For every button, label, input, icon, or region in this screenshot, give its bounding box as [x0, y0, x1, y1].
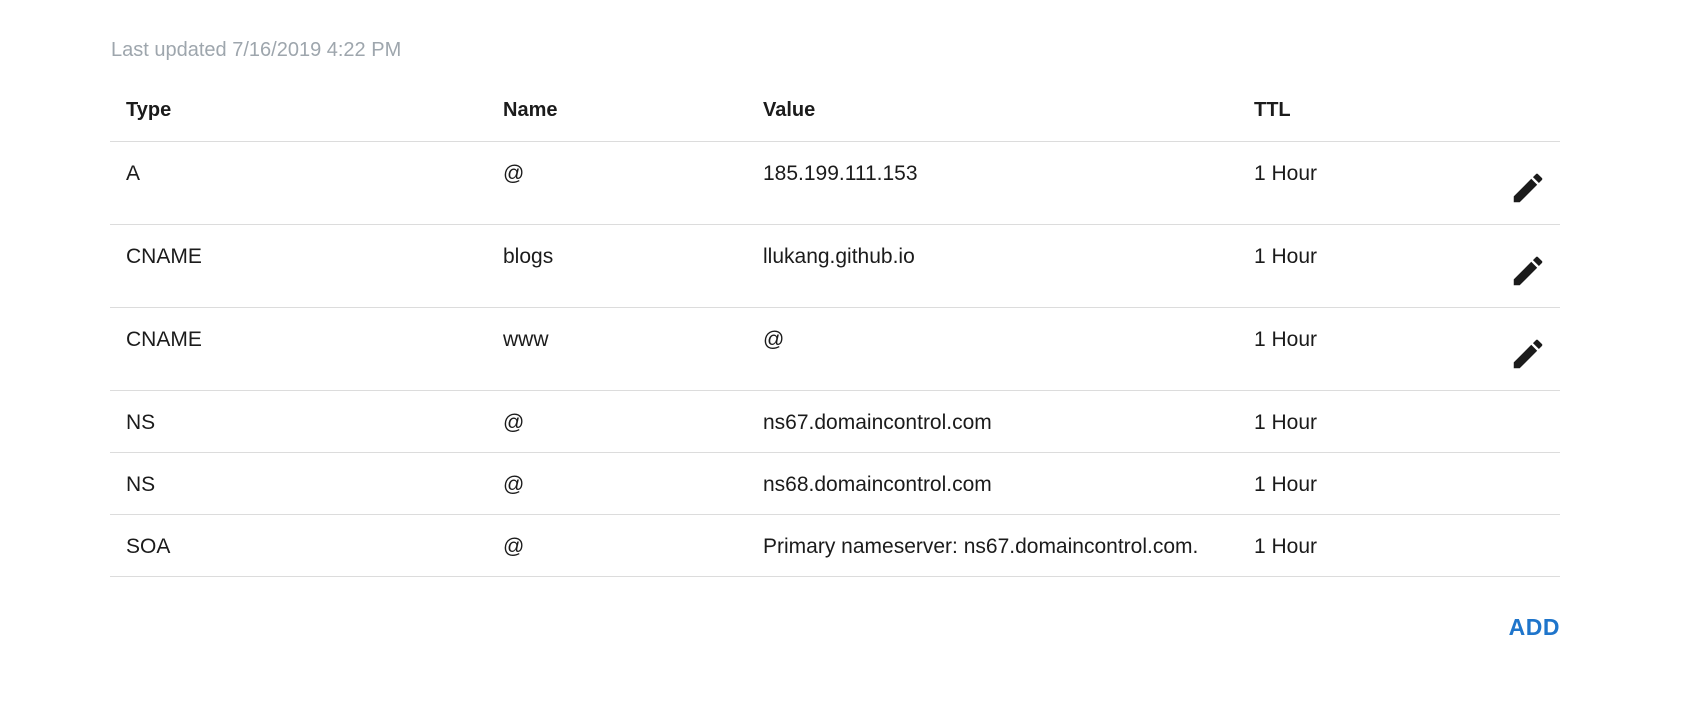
column-header-type: Type [126, 99, 172, 121]
pencil-icon [1513, 256, 1543, 286]
record-type: CNAME [126, 245, 202, 268]
record-name: @ [503, 162, 525, 185]
edit-record-button[interactable] [1508, 334, 1548, 374]
record-ttl: 1 Hour [1254, 473, 1318, 496]
record-value: ns67.domaincontrol.com [763, 411, 992, 434]
record-ttl: 1 Hour [1254, 245, 1318, 268]
record-name: www [503, 328, 549, 351]
column-header-value: Value [763, 99, 816, 121]
edit-record-button[interactable] [1508, 168, 1548, 208]
table-row: A @ 185.199.111.153 1 Hour [110, 142, 1560, 225]
record-ttl: 1 Hour [1254, 411, 1318, 434]
table-row: SOA @ Primary nameserver: ns67.domaincon… [110, 515, 1560, 577]
record-ttl: 1 Hour [1254, 328, 1318, 351]
record-name: @ [503, 535, 525, 558]
record-name: blogs [503, 245, 554, 268]
record-value: 185.199.111.153 [763, 162, 918, 185]
record-type: NS [126, 411, 156, 434]
table-row: NS @ ns67.domaincontrol.com 1 Hour [110, 391, 1560, 453]
table-row: CNAME www @ 1 Hour [110, 308, 1560, 391]
record-value: Primary nameserver: ns67.domaincontrol.c… [763, 535, 1199, 558]
column-header-name: Name [503, 99, 558, 121]
record-ttl: 1 Hour [1254, 162, 1318, 185]
pencil-icon [1513, 339, 1543, 369]
record-value: @ [763, 328, 785, 351]
dns-records-table: Type Name Value TTL A @ 185.199.111.153 … [110, 88, 1560, 577]
record-name: @ [503, 473, 525, 496]
table-header: Type Name Value TTL [110, 88, 1560, 142]
record-type: A [126, 162, 141, 185]
record-name: @ [503, 411, 525, 434]
pencil-icon [1513, 173, 1543, 203]
record-value: llukang.github.io [763, 245, 915, 268]
table-row: NS @ ns68.domaincontrol.com 1 Hour [110, 453, 1560, 515]
record-type: NS [126, 473, 156, 496]
add-record-button[interactable]: ADD [1509, 614, 1560, 641]
column-header-ttl: TTL [1254, 99, 1291, 121]
record-ttl: 1 Hour [1254, 535, 1318, 558]
table-row: CNAME blogs llukang.github.io 1 Hour [110, 225, 1560, 308]
last-updated-text: Last updated 7/16/2019 4:22 PM [111, 39, 402, 61]
edit-record-button[interactable] [1508, 251, 1548, 291]
record-type: SOA [126, 535, 171, 558]
record-type: CNAME [126, 328, 202, 351]
record-value: ns68.domaincontrol.com [763, 473, 992, 496]
